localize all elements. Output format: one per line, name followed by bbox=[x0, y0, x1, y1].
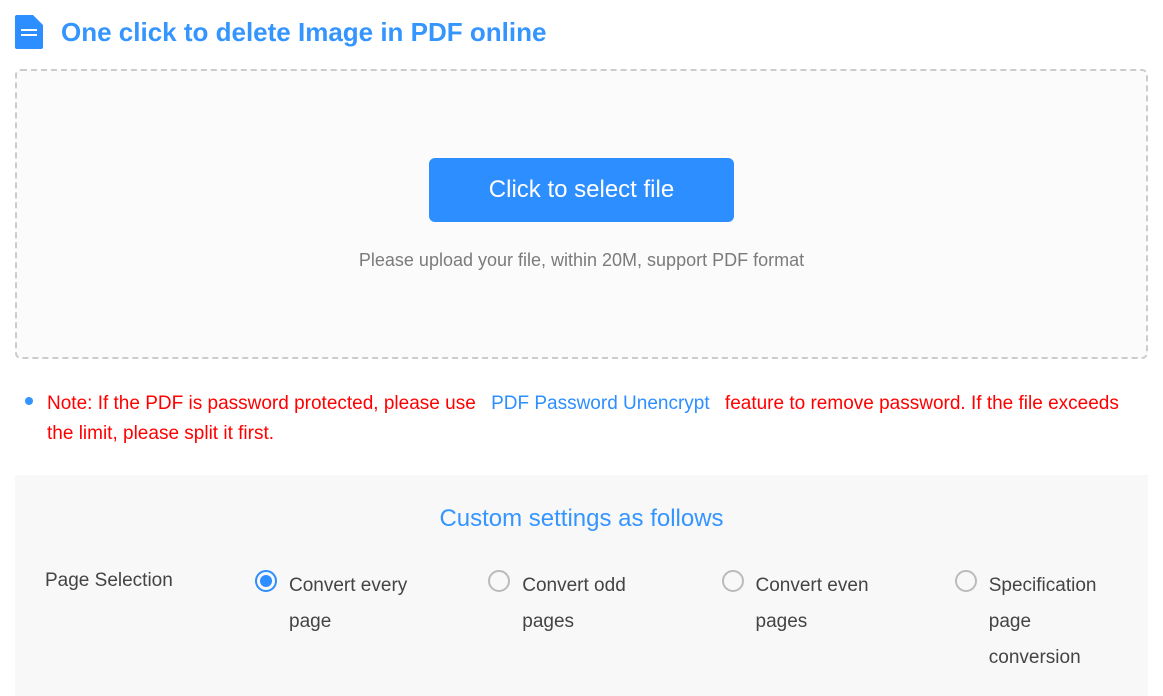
radio-icon bbox=[488, 570, 510, 592]
radio-specification-page-conversion[interactable]: Specification page conversion bbox=[955, 568, 1118, 676]
radio-convert-even-pages[interactable]: Convert even pages bbox=[722, 568, 885, 676]
page-selection-label: Page Selection bbox=[45, 568, 255, 592]
settings-panel: Custom settings as follows Page Selectio… bbox=[15, 475, 1148, 696]
page-selection-row: Page Selection Convert every page Conver… bbox=[45, 568, 1118, 676]
bullet-icon bbox=[25, 397, 33, 405]
pdf-password-unencrypt-link[interactable]: PDF Password Unencrypt bbox=[491, 393, 710, 414]
radio-label: Convert every page bbox=[289, 568, 418, 640]
select-file-button[interactable]: Click to select file bbox=[429, 158, 734, 222]
note-row: Note: If the PDF is password protected, … bbox=[15, 389, 1148, 450]
page-title: One click to delete Image in PDF online bbox=[61, 17, 546, 48]
upload-hint: Please upload your file, within 20M, sup… bbox=[359, 250, 804, 271]
settings-title: Custom settings as follows bbox=[45, 505, 1118, 533]
radio-icon bbox=[255, 570, 277, 592]
page-selection-radio-group: Convert every page Convert odd pages Con… bbox=[255, 568, 1118, 676]
radio-label: Specification page conversion bbox=[989, 568, 1118, 676]
document-icon bbox=[15, 15, 43, 49]
note-prefix: Note: If the PDF is password protected, … bbox=[47, 393, 476, 414]
radio-label: Convert even pages bbox=[756, 568, 885, 640]
radio-icon bbox=[722, 570, 744, 592]
radio-convert-odd-pages[interactable]: Convert odd pages bbox=[488, 568, 651, 676]
radio-icon bbox=[955, 570, 977, 592]
radio-label: Convert odd pages bbox=[522, 568, 651, 640]
file-dropzone[interactable]: Click to select file Please upload your … bbox=[15, 69, 1148, 359]
note-text: Note: If the PDF is password protected, … bbox=[47, 389, 1138, 450]
radio-convert-every-page[interactable]: Convert every page bbox=[255, 568, 418, 676]
page-header: One click to delete Image in PDF online bbox=[15, 15, 1148, 49]
